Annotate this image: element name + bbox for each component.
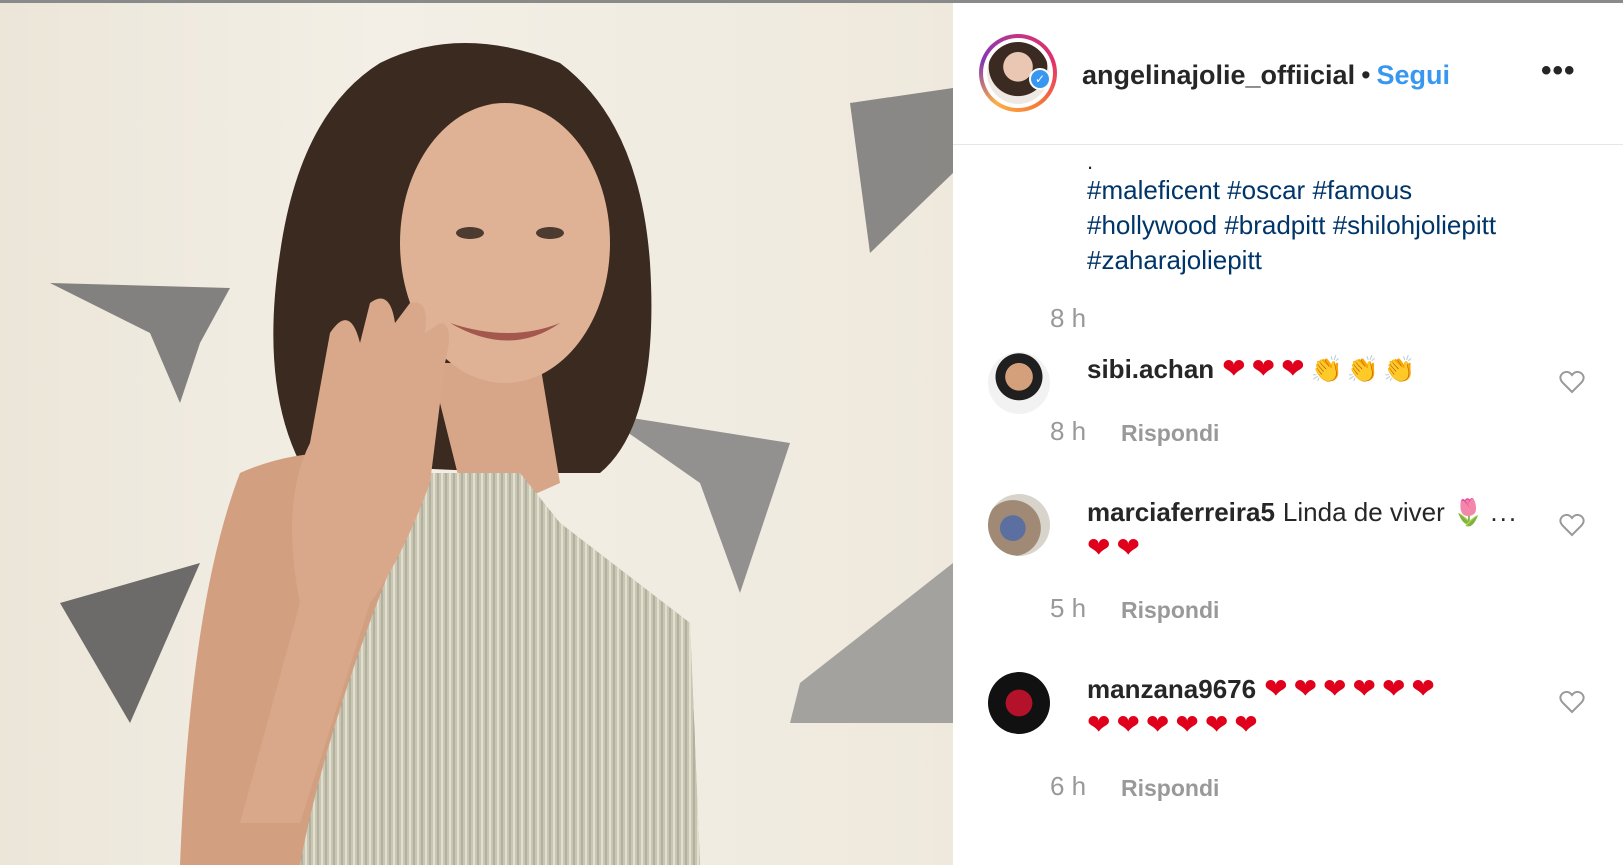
comment-hearts: ❤❤❤ bbox=[1222, 353, 1311, 384]
hashtag-line-3[interactable]: #zaharajoliepitt bbox=[1087, 243, 1597, 278]
like-comment-heart-icon[interactable] bbox=[1559, 370, 1585, 394]
comment-text: Linda de viver bbox=[1282, 497, 1445, 527]
author-username[interactable]: angelinajolie_offiicial bbox=[1082, 60, 1355, 90]
comment-timestamp[interactable]: 8 h bbox=[1050, 416, 1086, 447]
comment-hearts: ❤❤ bbox=[1087, 532, 1146, 563]
hashtag-line-1[interactable]: #maleficent #oscar #famous bbox=[1087, 173, 1597, 208]
comment-username[interactable]: marciaferreira5 bbox=[1087, 497, 1275, 527]
hashtag-line-2[interactable]: #hollywood #bradpitt #shilohjoliepitt bbox=[1087, 208, 1597, 243]
comment-claps: 👏👏👏 bbox=[1310, 354, 1420, 384]
caption-dot: . bbox=[1087, 149, 1094, 174]
like-comment-heart-icon[interactable] bbox=[1559, 513, 1585, 537]
verified-badge-icon: ✓ bbox=[1029, 68, 1051, 90]
post-photo[interactable] bbox=[0, 3, 953, 865]
comment-timestamp[interactable]: 5 h bbox=[1050, 593, 1086, 624]
author-avatar-frame: ✓ bbox=[983, 38, 1053, 108]
more-options-icon[interactable]: ••• bbox=[1541, 54, 1576, 88]
header-separator: • bbox=[1361, 60, 1371, 90]
post-timestamp[interactable]: 8 h bbox=[1050, 303, 1086, 334]
comment-avatar[interactable] bbox=[988, 672, 1050, 734]
comment-avatar[interactable] bbox=[988, 494, 1050, 556]
comment-hearts: ❤❤❤❤❤❤ bbox=[1264, 673, 1441, 704]
comment-body: marciaferreira5 Linda de viver 🌷... ❤❤ bbox=[1087, 494, 1527, 566]
comment-username[interactable]: sibi.achan bbox=[1087, 354, 1214, 384]
follow-button[interactable]: Segui bbox=[1377, 60, 1451, 90]
photo-illustration bbox=[50, 43, 953, 865]
post-header-text: angelinajolie_offiicial • Segui bbox=[1082, 59, 1450, 91]
comment-body: sibi.achan ❤❤❤👏👏👏 bbox=[1087, 351, 1527, 387]
post-header: ✓ angelinajolie_offiicial • Segui ••• bbox=[953, 3, 1623, 145]
post-caption: . #maleficent #oscar #famous #hollywood … bbox=[1087, 151, 1597, 278]
comment-body: manzana9676 ❤❤❤❤❤❤ ❤❤❤❤❤❤ bbox=[1087, 671, 1527, 743]
like-comment-heart-icon[interactable] bbox=[1559, 690, 1585, 714]
tulip-icon: 🌷 bbox=[1452, 497, 1485, 527]
comment-avatar[interactable] bbox=[988, 352, 1050, 414]
comment-ellipsis[interactable]: ... bbox=[1490, 497, 1518, 527]
reply-button[interactable]: Rispondi bbox=[1121, 420, 1219, 447]
comment-timestamp[interactable]: 6 h bbox=[1050, 771, 1086, 802]
reply-button[interactable]: Rispondi bbox=[1121, 775, 1219, 802]
reply-button[interactable]: Rispondi bbox=[1121, 597, 1219, 624]
comment-username[interactable]: manzana9676 bbox=[1087, 674, 1256, 704]
post-side-panel: ✓ angelinajolie_offiicial • Segui ••• . #m… bbox=[953, 3, 1623, 865]
author-avatar-ring[interactable]: ✓ bbox=[979, 34, 1057, 112]
comment-hearts: ❤❤❤❤❤❤ bbox=[1087, 709, 1264, 740]
